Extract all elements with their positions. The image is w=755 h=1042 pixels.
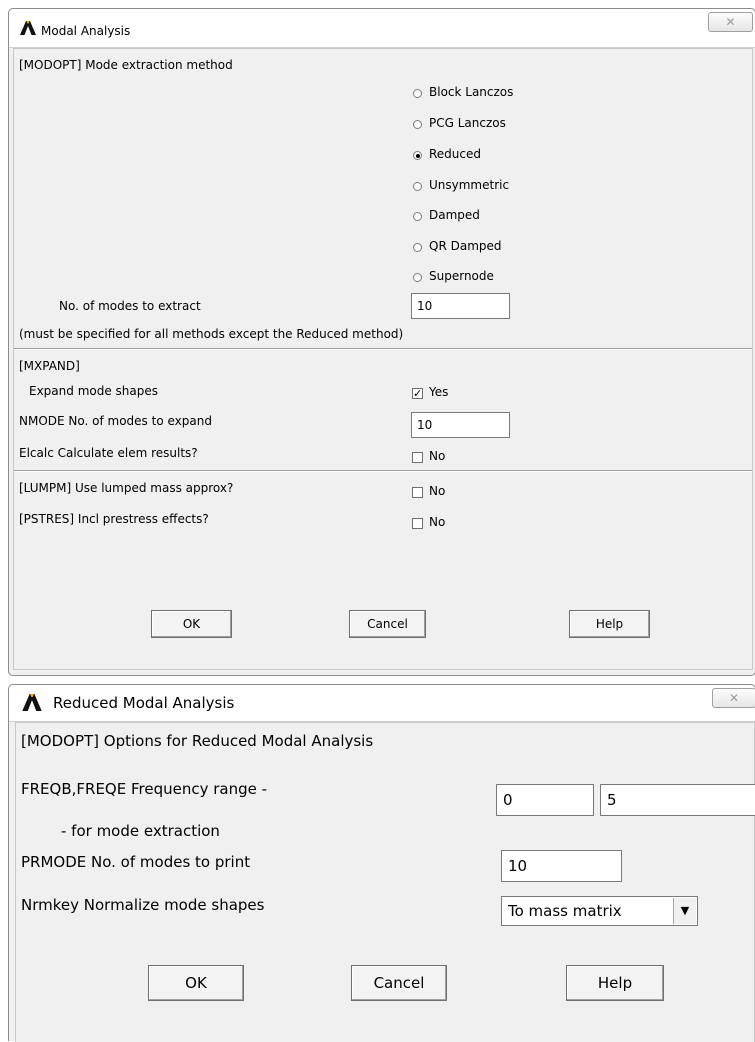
section-divider	[14, 470, 752, 472]
freq-sub-label: - for mode extraction	[61, 822, 220, 840]
nmode-label: NMODE No. of modes to expand	[19, 414, 212, 428]
dialog-title: Reduced Modal Analysis	[53, 694, 235, 712]
radio-label: Block Lanczos	[429, 85, 514, 99]
radio-label: Supernode	[429, 269, 494, 283]
modes-to-extract-label: No. of modes to extract	[59, 299, 201, 313]
dialog-body: [MODOPT] Mode extraction method Block La…	[13, 48, 753, 670]
chevron-down-icon[interactable]: ▼	[673, 898, 696, 924]
radio-supernode[interactable]	[413, 273, 422, 282]
checkbox-label: No	[429, 449, 446, 463]
expand-mode-shapes-checkbox[interactable]: ✓	[412, 388, 423, 399]
title-bar: Modal Analysis ✕	[9, 9, 755, 48]
dialog-title: Modal Analysis	[41, 24, 131, 38]
prmode-field[interactable]: 10	[501, 850, 622, 882]
reduced-modal-analysis-dialog: Reduced Modal Analysis ✕ [MODOPT] Option…	[8, 684, 755, 1042]
radio-label: PCG Lanczos	[429, 116, 506, 130]
pstres-checkbox[interactable]	[412, 518, 423, 529]
close-icon[interactable]: ✕	[712, 688, 755, 708]
help-button[interactable]: Help	[566, 965, 664, 1001]
radio-pcg-lanczos[interactable]	[413, 120, 422, 129]
radio-damped[interactable]	[413, 212, 422, 221]
prmode-label: PRMODE No. of modes to print	[21, 853, 251, 871]
lumpm-checkbox[interactable]	[412, 487, 423, 498]
nrmkey-selected-value: To mass matrix	[508, 902, 622, 920]
ansys-logo-icon	[20, 21, 36, 35]
title-bar: Reduced Modal Analysis ✕	[9, 685, 755, 722]
checkbox-label: No	[429, 484, 446, 498]
modal-analysis-dialog: Modal Analysis ✕ [MODOPT] Mode extractio…	[8, 8, 755, 676]
ok-button[interactable]: OK	[148, 965, 244, 1001]
cancel-button[interactable]: Cancel	[351, 965, 447, 1001]
radio-qr-damped[interactable]	[413, 243, 422, 252]
radio-reduced[interactable]	[413, 151, 422, 160]
help-button[interactable]: Help	[569, 610, 650, 638]
ok-button[interactable]: OK	[151, 610, 232, 638]
nrmkey-label: Nrmkey Normalize mode shapes	[21, 896, 265, 914]
freqe-field[interactable]: 5	[600, 784, 755, 816]
nmode-field[interactable]: 10	[411, 412, 510, 438]
modes-note: (must be specified for all methods excep…	[19, 327, 404, 341]
radio-label: Damped	[429, 208, 480, 222]
reduced-options-header: [MODOPT] Options for Reduced Modal Analy…	[21, 732, 374, 750]
checkbox-label: Yes	[429, 385, 449, 399]
radio-label: Unsymmetric	[429, 178, 510, 192]
radio-label: QR Damped	[429, 239, 502, 253]
radio-block-lanczos[interactable]	[413, 89, 422, 98]
cancel-button[interactable]: Cancel	[349, 610, 426, 638]
elcalc-label: Elcalc Calculate elem results?	[19, 446, 198, 460]
freqb-field[interactable]: 0	[496, 784, 594, 816]
mxpand-header: [MXPAND]	[19, 359, 80, 373]
ansys-logo-icon	[22, 694, 42, 711]
freq-range-label: FREQB,FREQE Frequency range -	[21, 780, 268, 798]
modes-to-extract-field[interactable]: 10	[411, 293, 510, 319]
nrmkey-select[interactable]: To mass matrix ▼	[501, 896, 698, 926]
checkbox-label: No	[429, 515, 446, 529]
section-divider	[14, 348, 752, 350]
radio-label: Reduced	[429, 147, 482, 161]
lumpm-label: [LUMPM] Use lumped mass approx?	[19, 481, 234, 495]
close-icon[interactable]: ✕	[708, 12, 753, 32]
mode-method-header: [MODOPT] Mode extraction method	[19, 58, 233, 72]
expand-mode-shapes-label: Expand mode shapes	[29, 384, 158, 398]
pstres-label: [PSTRES] Incl prestress effects?	[19, 512, 209, 526]
elcalc-checkbox[interactable]	[412, 452, 423, 463]
dialog-body: [MODOPT] Options for Reduced Modal Analy…	[15, 722, 755, 1042]
radio-unsymmetric[interactable]	[413, 182, 422, 191]
